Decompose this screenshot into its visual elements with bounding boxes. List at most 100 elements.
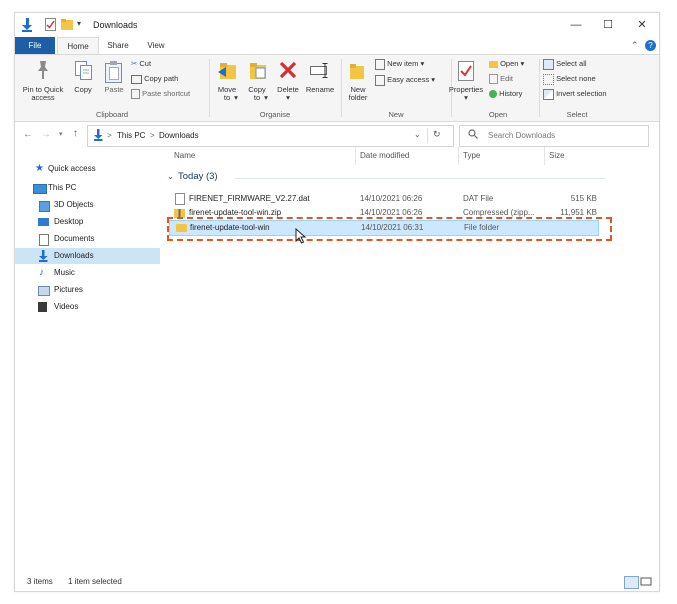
- cut-label: Cut: [139, 59, 152, 68]
- ribbon-tabs: File Home Share View ⌃ ?: [15, 37, 659, 55]
- forward-arrow-icon[interactable]: →: [41, 129, 51, 140]
- new-folder-button[interactable]: New folder: [344, 57, 372, 107]
- column-header-date[interactable]: Date modified: [360, 151, 409, 160]
- close-button[interactable]: ✕: [631, 17, 653, 33]
- large-icons-view-button[interactable]: [640, 576, 652, 587]
- properties-button[interactable]: Properties ▾: [445, 57, 487, 107]
- select-none-button[interactable]: Select none: [543, 73, 623, 85]
- group-header-today[interactable]: ⌄ Today (3): [165, 171, 615, 185]
- column-header-size[interactable]: Size: [549, 151, 565, 160]
- minimize-button[interactable]: —: [565, 17, 587, 33]
- invert-selection-button[interactable]: Invert selection: [543, 88, 633, 100]
- nav-documents[interactable]: Documents: [15, 231, 160, 247]
- title-bar: ▾ Downloads — ☐ ✕: [15, 13, 659, 37]
- new-folder-quick-icon[interactable]: [61, 19, 73, 32]
- edit-button[interactable]: Edit: [489, 73, 541, 85]
- select-all-icon: [543, 58, 554, 70]
- up-arrow-icon[interactable]: ↑: [73, 128, 78, 139]
- nav-quick-access[interactable]: ★ Quick access: [15, 161, 160, 177]
- breadcrumb-this-pc[interactable]: This PC: [117, 131, 145, 140]
- scissors-icon: ✂: [131, 59, 138, 68]
- paste-label: Paste: [104, 85, 124, 94]
- status-selected-count: 1 item selected: [68, 577, 122, 586]
- dat-file-icon: [175, 193, 185, 205]
- copy-icon: [75, 61, 93, 83]
- paste-button[interactable]: Paste: [99, 57, 129, 107]
- nav-downloads-label: Downloads: [54, 251, 94, 260]
- copy-path-button[interactable]: Copy path: [131, 73, 201, 85]
- open-button[interactable]: Open ▾: [489, 58, 541, 70]
- select-all-button[interactable]: Select all: [543, 58, 623, 70]
- copy-path-label: Copy path: [144, 74, 179, 83]
- edit-label: Edit: [500, 74, 514, 83]
- address-dropdown-chevron-icon[interactable]: ⌄: [414, 130, 421, 139]
- explorer-window: ▾ Downloads — ☐ ✕ File Home Share View ⌃…: [14, 12, 660, 592]
- nav-this-pc[interactable]: This PC: [15, 180, 160, 196]
- easy-access-dropdown-icon: ▾: [431, 75, 436, 84]
- history-button[interactable]: History: [489, 88, 541, 100]
- group-divider: [235, 178, 605, 179]
- rename-button[interactable]: Rename: [304, 57, 336, 107]
- new-folder-label-line2: folder: [348, 93, 368, 102]
- nav-videos[interactable]: Videos: [15, 299, 160, 315]
- new-item-dropdown-icon: ▾: [420, 59, 425, 68]
- address-downloads-icon: [93, 129, 103, 143]
- documents-icon: [39, 234, 49, 246]
- new-item-label: New item: [387, 59, 419, 68]
- navigation-pane: ★ Quick access This PC 3D Objects Deskto…: [15, 155, 160, 575]
- back-arrow-icon[interactable]: ←: [23, 129, 33, 140]
- music-note-icon: ♪: [39, 267, 44, 278]
- invert-selection-icon: [543, 88, 554, 100]
- ribbon-separator: [341, 59, 342, 117]
- ribbon: Pin to Quick access Copy Paste ✂ Cut Cop…: [15, 54, 659, 122]
- copy-button[interactable]: Copy: [70, 57, 96, 107]
- collapse-ribbon-icon[interactable]: ⌃: [631, 40, 639, 51]
- monitor-icon: [33, 184, 47, 194]
- nav-music-label: Music: [54, 268, 75, 277]
- open-label: Open: [500, 59, 519, 68]
- pin-to-quick-access-button[interactable]: Pin to Quick access: [17, 57, 69, 107]
- recent-locations-chevron-icon[interactable]: ▾: [59, 130, 63, 138]
- delete-button[interactable]: Delete ▾: [274, 57, 302, 107]
- open-dropdown-icon: ▾: [520, 59, 525, 68]
- new-item-button[interactable]: New item ▾: [375, 58, 447, 70]
- select-all-label: Select all: [556, 59, 587, 68]
- file-date: 14/10/2021 06:26: [360, 194, 423, 203]
- breadcrumb-downloads[interactable]: Downloads: [159, 131, 199, 140]
- customize-toolbar-icon[interactable]: ▾: [77, 19, 81, 28]
- history-label: History: [499, 89, 523, 98]
- properties-quick-icon[interactable]: [45, 18, 56, 33]
- ribbon-separator: [539, 59, 540, 117]
- easy-access-button[interactable]: Easy access ▾: [375, 74, 449, 86]
- tab-share[interactable]: Share: [101, 37, 135, 54]
- details-view-button[interactable]: [624, 576, 639, 589]
- copy-path-icon: [131, 74, 142, 84]
- nav-3d-objects[interactable]: 3D Objects: [15, 197, 160, 213]
- copy-to-dropdown-icon: ▾: [264, 93, 268, 102]
- nav-pictures[interactable]: Pictures: [15, 282, 160, 298]
- nav-downloads[interactable]: Downloads: [15, 248, 160, 264]
- search-input[interactable]: Search Downloads: [459, 125, 649, 147]
- group-clipboard-label: Clipboard: [95, 110, 129, 119]
- copy-to-button[interactable]: Copy to ▾: [243, 57, 271, 107]
- select-none-label: Select none: [556, 74, 596, 83]
- tab-file[interactable]: File: [15, 37, 55, 54]
- nav-music[interactable]: ♪ Music: [15, 265, 160, 281]
- cut-button[interactable]: ✂ Cut: [131, 58, 199, 70]
- move-to-button[interactable]: Move to ▾: [213, 57, 241, 107]
- table-row[interactable]: FIRENET_FIRMWARE_V2.27.dat 14/10/2021 06…: [167, 192, 599, 206]
- address-bar[interactable]: > This PC > Downloads ⌄ ↻: [87, 125, 454, 147]
- rename-icon: [310, 63, 330, 81]
- paste-shortcut-button[interactable]: Paste shortcut: [131, 88, 211, 100]
- column-header-type[interactable]: Type: [463, 151, 480, 160]
- nav-desktop[interactable]: Desktop: [15, 214, 160, 230]
- file-size: 515 KB: [570, 194, 597, 203]
- tab-view[interactable]: View: [139, 37, 173, 54]
- refresh-icon[interactable]: ↻: [433, 129, 441, 140]
- column-divider: [355, 147, 356, 165]
- column-header-name[interactable]: Name: [174, 151, 195, 160]
- maximize-button[interactable]: ☐: [597, 17, 619, 33]
- tab-home[interactable]: Home: [57, 37, 99, 55]
- desktop-icon: [38, 218, 49, 226]
- help-icon[interactable]: ?: [645, 40, 656, 51]
